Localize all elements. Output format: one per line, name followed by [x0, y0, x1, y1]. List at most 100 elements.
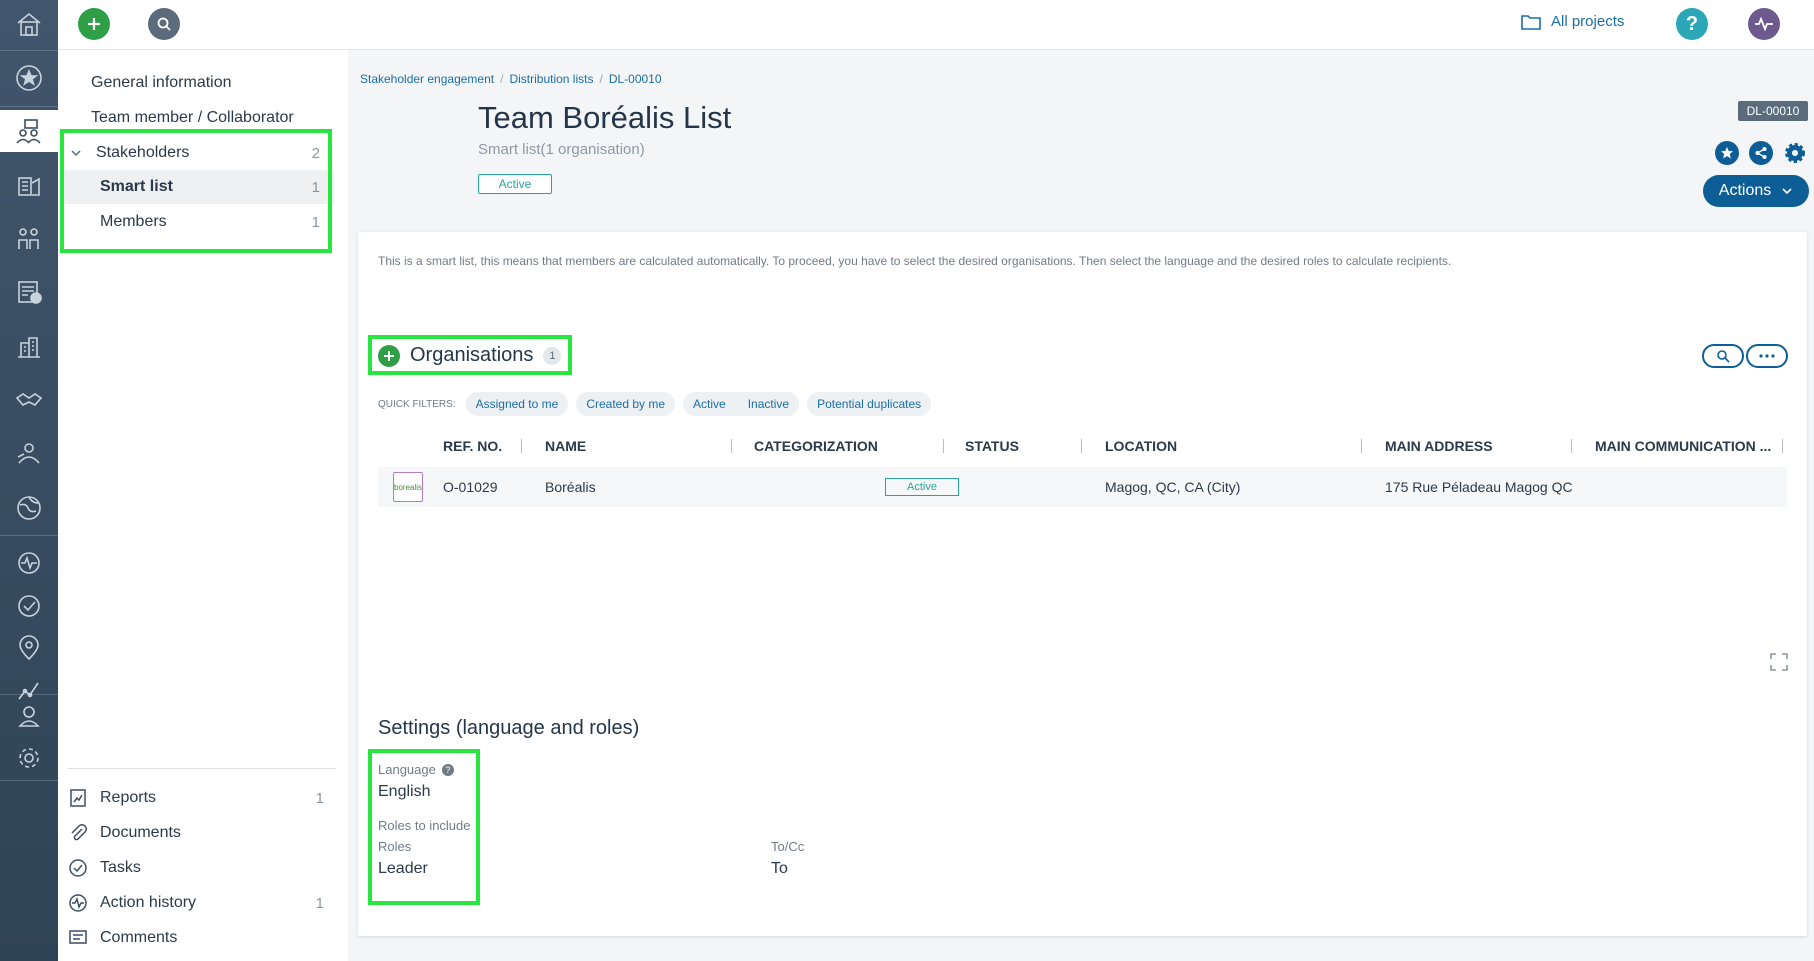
cell-location: Magog, QC, CA (City)	[1105, 479, 1241, 495]
breadcrumb: Stakeholder engagement / Distribution li…	[360, 72, 662, 86]
nav-reports-label: Reports	[100, 789, 157, 806]
activity-icon[interactable]	[0, 543, 58, 583]
checklist-icon[interactable]	[0, 272, 58, 312]
plus-icon	[88, 18, 100, 30]
cell-ref-no: O-01029	[443, 479, 498, 495]
top-bar: All projects ?	[58, 0, 1814, 50]
actions-dropdown-button[interactable]: Actions	[1703, 175, 1809, 207]
tasks-icon[interactable]	[0, 586, 58, 626]
nav-action-history-label: Action history	[100, 894, 197, 911]
breadcrumb-current[interactable]: DL-00010	[609, 72, 662, 86]
chevron-down-icon	[1782, 188, 1792, 195]
all-projects-label: All projects	[1551, 13, 1625, 30]
community-icon[interactable]	[0, 218, 58, 258]
nav-general-information[interactable]: General information	[91, 74, 232, 92]
history-pulse-icon	[69, 894, 87, 912]
quick-filters-label: QUICK FILTERS:	[378, 398, 456, 410]
handshake-icon[interactable]	[0, 380, 58, 420]
column-name[interactable]: NAME	[545, 438, 586, 454]
nav-documents[interactable]: Documents	[68, 816, 338, 850]
buildings-icon[interactable]	[0, 326, 58, 366]
question-icon: ?	[1685, 12, 1699, 35]
nav-divider	[68, 768, 336, 769]
filter-created-by-me[interactable]: Created by me	[576, 392, 676, 416]
fullscreen-toggle[interactable]	[1769, 652, 1789, 677]
favorite-button[interactable]	[1715, 141, 1739, 165]
nav-reports[interactable]: Reports 1	[68, 781, 338, 815]
cell-main-address: 175 Rue Péladeau Magog QC ⌄	[1385, 479, 1577, 495]
table-more-button[interactable]	[1746, 344, 1788, 368]
actions-label: Actions	[1718, 182, 1772, 199]
column-ref-no[interactable]: REF. NO.	[443, 438, 502, 454]
filter-potential-duplicates-label: Potential duplicates	[817, 397, 922, 411]
fullscreen-icon	[1770, 653, 1788, 671]
column-categorization[interactable]: CATEGORIZATION	[754, 438, 878, 454]
filter-active-inactive: Active Inactive	[683, 392, 800, 416]
settings-gear-icon[interactable]	[0, 738, 58, 778]
nav-action-history-count: 1	[315, 894, 324, 912]
home-icon[interactable]	[0, 4, 58, 44]
organisation-logo: borealis	[393, 472, 423, 502]
add-button[interactable]	[78, 8, 110, 40]
table-row[interactable]: borealis O-01029 Boréalis Active Magog, …	[378, 467, 1787, 507]
tocc-label: To/Cc	[771, 839, 805, 854]
cell-status-badge: Active	[885, 478, 959, 496]
nav-tasks[interactable]: Tasks	[68, 851, 338, 885]
activity-monitor-button[interactable]	[1748, 8, 1780, 40]
folder-icon	[1521, 14, 1541, 30]
nav-reports-count: 1	[315, 789, 324, 807]
share-button[interactable]	[1749, 141, 1773, 165]
all-projects-link[interactable]: All projects	[1521, 13, 1624, 30]
filter-assigned-to-me[interactable]: Assigned to me	[465, 392, 569, 416]
smart-list-description: This is a smart list, this means that me…	[378, 254, 1452, 268]
territory-icon[interactable]	[0, 488, 58, 528]
breadcrumb-stakeholder-engagement[interactable]: Stakeholder engagement	[360, 72, 494, 86]
column-status[interactable]: STATUS	[965, 438, 1019, 454]
user-icon[interactable]	[0, 696, 58, 736]
share-icon	[1755, 147, 1767, 159]
cell-name[interactable]: Boréalis	[545, 479, 596, 495]
filter-assigned-to-me-label: Assigned to me	[475, 397, 559, 411]
favorites-icon[interactable]	[0, 58, 58, 98]
page-title: Team Boréalis List	[478, 100, 732, 135]
search-icon	[1717, 350, 1730, 363]
table-search-button[interactable]	[1702, 344, 1744, 368]
highlight-organisations	[368, 335, 572, 375]
nav-comments[interactable]: Comments	[68, 921, 338, 955]
gear-icon	[1785, 143, 1805, 163]
column-main-address[interactable]: MAIN ADDRESS	[1385, 438, 1493, 454]
settings-title: Settings (language and roles)	[378, 717, 640, 739]
projects-icon[interactable]	[0, 164, 58, 204]
nav-team-member[interactable]: Team member / Collaborator	[91, 109, 294, 127]
location-icon[interactable]	[0, 628, 58, 668]
nav-comments-label: Comments	[100, 929, 178, 946]
comment-icon	[69, 930, 87, 944]
nav-tasks-label: Tasks	[100, 859, 141, 876]
nav-action-history[interactable]: Action history 1	[68, 886, 338, 920]
star-icon	[1721, 147, 1733, 159]
tocc-value[interactable]: To	[771, 860, 788, 878]
column-main-communication[interactable]: MAIN COMMUNICATION ...	[1595, 438, 1771, 454]
search-icon	[157, 17, 171, 31]
paperclip-icon	[71, 824, 87, 841]
filter-created-by-me-label: Created by me	[586, 397, 666, 411]
column-location[interactable]: LOCATION	[1105, 438, 1177, 454]
filter-inactive[interactable]: Inactive	[748, 397, 789, 411]
pulse-icon	[1755, 17, 1773, 31]
highlight-settings	[368, 749, 480, 905]
breadcrumb-distribution-lists[interactable]: Distribution lists	[509, 72, 593, 86]
check-circle-icon	[69, 859, 87, 877]
page-subtitle: Smart list(1 organisation)	[478, 141, 645, 158]
filter-active[interactable]: Active	[693, 397, 726, 411]
filter-potential-duplicates[interactable]: Potential duplicates	[807, 392, 932, 416]
help-button[interactable]: ?	[1676, 8, 1708, 40]
engagement-icon[interactable]	[0, 434, 58, 474]
quick-filters: QUICK FILTERS: Assigned to me Created by…	[378, 392, 932, 416]
reference-badge: DL-00010	[1738, 101, 1808, 121]
highlight-stakeholders	[60, 129, 332, 253]
settings-button[interactable]	[1783, 141, 1807, 165]
more-horizontal-icon	[1759, 354, 1775, 358]
global-search-button[interactable]	[148, 8, 180, 40]
stakeholders-icon[interactable]	[0, 110, 58, 152]
nav-documents-label: Documents	[100, 824, 181, 841]
